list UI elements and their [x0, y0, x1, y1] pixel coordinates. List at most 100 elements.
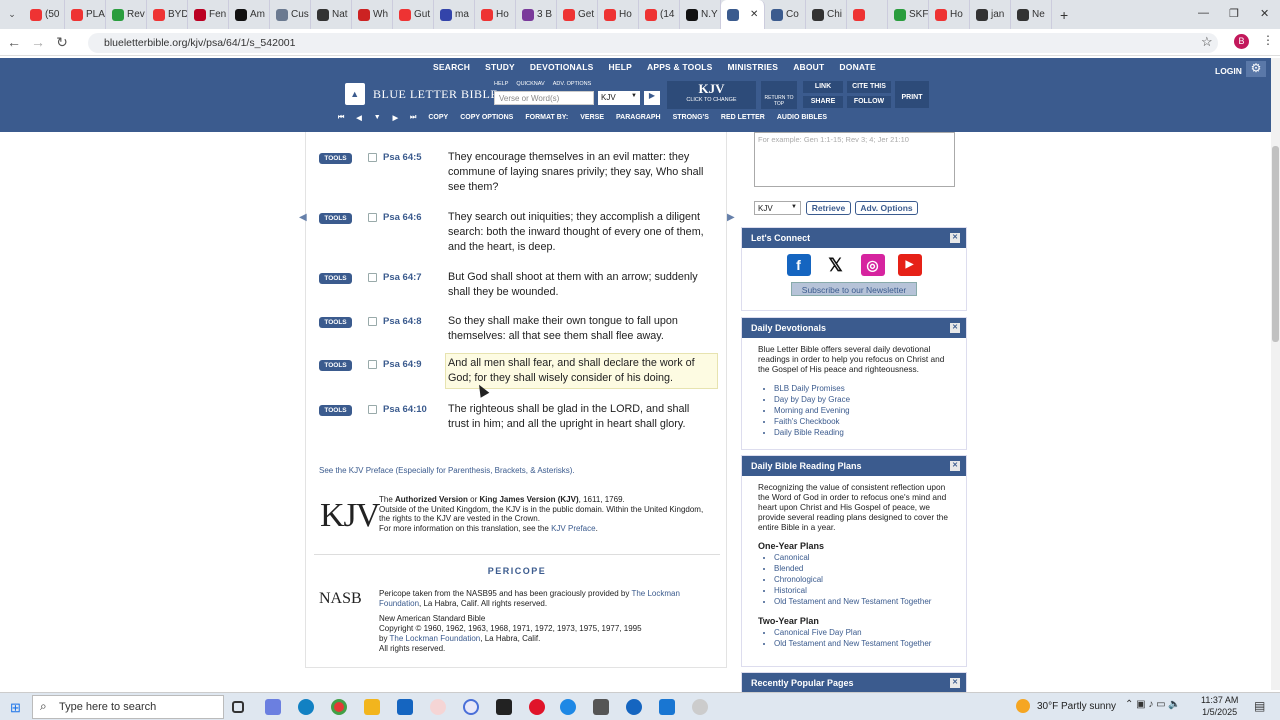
search-go-button[interactable]: ▶	[644, 91, 660, 105]
browser-tab[interactable]: ✕	[721, 0, 765, 29]
verse-format-toggle[interactable]: VERSE	[580, 114, 604, 128]
facebook-icon[interactable]: f	[786, 254, 811, 276]
menu-item-help[interactable]: HELP	[609, 62, 632, 72]
browser-tab[interactable]: PLA	[65, 0, 106, 29]
opera-icon[interactable]	[529, 699, 545, 715]
profile-avatar[interactable]: B	[1234, 34, 1249, 49]
browser-tab[interactable]: Rev	[106, 0, 147, 29]
newsletter-button[interactable]: Subscribe to our Newsletter	[791, 282, 917, 296]
two-year-plan-link[interactable]: Canonical Five Day Plan	[774, 628, 950, 638]
menu-item-donate[interactable]: DONATE	[839, 62, 875, 72]
copy-verse-icon[interactable]	[368, 153, 377, 162]
menu-item-devotionals[interactable]: DEVOTIONALS	[530, 62, 594, 72]
restore-icon[interactable]: ❐	[1229, 7, 1239, 20]
lookup-version-select[interactable]: KJV ▼	[754, 201, 801, 215]
task-view-icon[interactable]	[232, 701, 244, 713]
copy-verse-icon[interactable]	[368, 360, 377, 369]
app-icon[interactable]	[496, 699, 512, 715]
verse-text[interactable]: They encourage themselves in an evil mat…	[448, 150, 713, 195]
menu-item-search[interactable]: SEARCH	[433, 62, 470, 72]
adv-options-button[interactable]: Adv. Options	[855, 201, 918, 215]
version-change-button[interactable]: KJV CLICK TO CHANGE	[667, 81, 756, 109]
x-icon[interactable]: 𝕏	[823, 254, 848, 276]
tab-list-chevron-icon[interactable]: ⌄	[0, 9, 24, 20]
verse-reference[interactable]: Psa 64:7	[383, 272, 422, 283]
copy-verse-icon[interactable]	[368, 317, 377, 326]
instagram-icon[interactable]: ◎	[860, 254, 885, 276]
forward-icon[interactable]: →	[26, 34, 50, 50]
edge-icon[interactable]	[298, 699, 314, 715]
copilot-icon[interactable]	[265, 699, 281, 715]
close-icon[interactable]: ✕	[950, 233, 960, 243]
devotional-link[interactable]: Morning and Evening	[774, 406, 950, 416]
verse-tools-button[interactable]: TOOLS	[319, 273, 352, 284]
verse-reference[interactable]: Psa 64:8	[383, 316, 422, 327]
browser-tab[interactable]: Ne	[1011, 0, 1052, 29]
site-logo[interactable]: ▲ BLUE LETTER BIBLE	[345, 83, 498, 105]
browser-tab[interactable]	[847, 0, 888, 29]
verse-reference[interactable]: Psa 64:6	[383, 212, 422, 223]
close-tab-icon[interactable]: ✕	[750, 9, 758, 20]
devotional-link[interactable]: BLB Daily Promises	[774, 384, 950, 394]
browser-tab[interactable]: 3 B	[516, 0, 557, 29]
close-window-icon[interactable]: ✕	[1260, 7, 1269, 20]
browser-tab[interactable]: Wh	[352, 0, 393, 29]
notification-icon[interactable]: ▤	[1254, 699, 1265, 713]
browser-tab[interactable]: SKF	[888, 0, 929, 29]
minimize-icon[interactable]: —	[1198, 7, 1209, 19]
prev-chapter-icon[interactable]: ◀	[356, 114, 361, 128]
gear-icon[interactable]: ⚙	[1246, 61, 1266, 77]
close-icon[interactable]: ✕	[950, 323, 960, 333]
verse-tools-button[interactable]: TOOLS	[319, 153, 352, 164]
dropbox-icon[interactable]	[626, 699, 642, 715]
passage-lookup-textarea[interactable]: For example: Gen 1:1-15; Rev 3; 4; Jer 2…	[754, 132, 955, 187]
browser-tab[interactable]: Get	[557, 0, 598, 29]
down-icon[interactable]: ▼	[374, 114, 381, 128]
tray-icons[interactable]: ⌃ ▣ ♪ ▭ 🔈	[1125, 699, 1181, 710]
browser-tab[interactable]: Ho	[598, 0, 639, 29]
copy-verse-icon[interactable]	[368, 405, 377, 414]
browser-tab[interactable]: Ho	[475, 0, 516, 29]
browser-tab[interactable]: (50	[24, 0, 65, 29]
paragraph-format-toggle[interactable]: PARAGRAPH	[616, 114, 661, 128]
mail-icon[interactable]	[397, 699, 413, 715]
first-chapter-icon[interactable]: ⏮	[338, 114, 344, 128]
two-year-plan-link[interactable]: Old Testament and New Testament Together	[774, 639, 950, 649]
app-icon[interactable]	[463, 699, 479, 715]
chrome-icon[interactable]	[331, 699, 347, 715]
print-button[interactable]: PRINT	[895, 81, 929, 108]
last-chapter-icon[interactable]: ⏭	[410, 114, 416, 128]
preface-link[interactable]: See the KJV Preface (Especially for Pare…	[319, 466, 575, 475]
one-year-plan-link[interactable]: Historical	[774, 586, 950, 596]
browser-tab[interactable]: Co	[765, 0, 806, 29]
browser-tab[interactable]: (14	[639, 0, 680, 29]
menu-item-study[interactable]: STUDY	[485, 62, 515, 72]
browser-tab[interactable]: BYD	[147, 0, 188, 29]
copy-options-button[interactable]: COPY OPTIONS	[460, 114, 513, 128]
menu-item-about[interactable]: ABOUT	[793, 62, 824, 72]
cite-button[interactable]: CITE THIS	[847, 81, 891, 93]
one-year-plan-link[interactable]: Blended	[774, 564, 950, 574]
taskbar-search-input[interactable]: Type here to search	[32, 695, 224, 719]
browser-tab[interactable]: Am	[229, 0, 270, 29]
copy-verse-icon[interactable]	[368, 273, 377, 282]
app-icon[interactable]	[659, 699, 675, 715]
browser-tab[interactable]: jan	[970, 0, 1011, 29]
close-icon[interactable]: ✕	[950, 678, 960, 688]
copy-verse-icon[interactable]	[368, 213, 377, 222]
menu-icon[interactable]: ⋮	[1262, 33, 1274, 47]
browser-tab[interactable]: ma	[434, 0, 475, 29]
app-icon[interactable]	[692, 699, 708, 715]
next-chapter-arrow-icon[interactable]: ▶	[727, 212, 735, 223]
youtube-icon[interactable]: ▶	[897, 254, 922, 276]
adv-options-link[interactable]: ADV. OPTIONS	[553, 81, 592, 87]
verse-reference[interactable]: Psa 64:10	[383, 404, 427, 415]
verse-text[interactable]: The righteous shall be glad in the LORD,…	[448, 402, 713, 432]
share-button[interactable]: SHARE	[803, 96, 843, 108]
back-icon[interactable]: ←	[2, 34, 26, 50]
one-year-plan-link[interactable]: Chronological	[774, 575, 950, 585]
verse-text[interactable]: And all men shall fear, and shall declar…	[445, 353, 718, 389]
close-icon[interactable]: ✕	[950, 461, 960, 471]
quicknav-link[interactable]: QUICKNAV	[516, 81, 544, 87]
verse-tools-button[interactable]: TOOLS	[319, 317, 352, 328]
